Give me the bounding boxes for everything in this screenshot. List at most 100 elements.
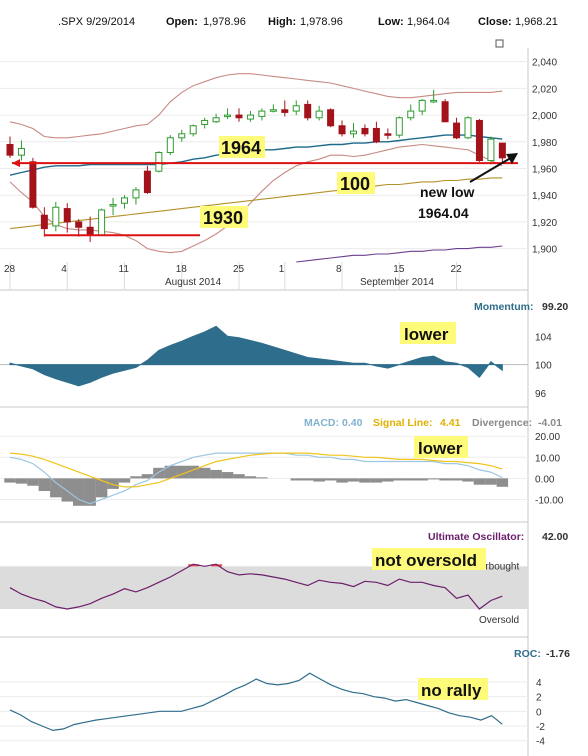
roc-value: -1.76 <box>546 648 570 660</box>
candle-down <box>372 127 380 143</box>
macd-divergence-bar <box>61 478 73 502</box>
candle-up <box>98 209 106 236</box>
divergence-title: Divergence: <box>472 417 532 429</box>
macd-divergence-bar <box>221 472 234 479</box>
macd-divergence-bar <box>324 478 337 481</box>
macd-divergence-bar <box>27 478 39 486</box>
macd-divergence-bar <box>73 478 85 506</box>
candle-up <box>350 130 357 135</box>
candle-up <box>292 105 300 112</box>
macd-divergence-bar <box>50 478 62 498</box>
low-value: 1,964.04 <box>407 16 450 28</box>
momentum-y-tick-label: 104 <box>535 332 552 343</box>
divergence-value: -4.01 <box>538 417 562 429</box>
candle-up <box>407 110 415 119</box>
candle-up <box>121 197 128 204</box>
momentum-y-tick-label: 100 <box>535 361 552 372</box>
macd-divergence-bar <box>290 478 302 481</box>
candle-down <box>338 125 346 135</box>
roc-y-tick-label: -2 <box>536 722 545 733</box>
label-1964: 1964 <box>221 138 261 158</box>
roc-y-tick-label: 2 <box>536 693 542 704</box>
macd-y-tick-label: 10.00 <box>535 453 560 464</box>
candle-up <box>17 147 25 156</box>
uo-neutral-band <box>0 566 528 609</box>
macd-divergence-bar <box>95 478 108 498</box>
candle-up <box>212 117 220 123</box>
new-low-value-label: 1964.04 <box>418 205 469 221</box>
macd-divergence-bar <box>473 478 486 485</box>
macd-divergence-bar <box>130 476 142 479</box>
price-y-tick-label: 1,980 <box>532 138 557 149</box>
macd-divergence-bar <box>176 465 188 479</box>
macd-divergence-bar <box>370 478 383 483</box>
oversold-label: Oversold <box>479 615 519 626</box>
price-y-tick-label: 1,920 <box>532 218 557 229</box>
macd-divergence-bar <box>210 469 222 479</box>
price-x-tick-label: 28 <box>4 264 16 275</box>
candle-up <box>52 206 60 227</box>
macd-divergence-bar <box>15 478 28 484</box>
price-y-tick-label: 1,900 <box>532 245 557 256</box>
candle-down <box>143 170 151 194</box>
macd-divergence-bar <box>485 478 497 485</box>
uo-title: Ultimate Oscillator: <box>428 531 524 543</box>
candle-up <box>258 110 266 117</box>
candle-up <box>224 114 232 118</box>
momentum-value: 99.20 <box>542 301 568 313</box>
candle-down <box>63 208 71 223</box>
month-label-august: August 2014 <box>165 277 222 288</box>
macd-divergence-bar <box>496 478 509 487</box>
macd-divergence-bar <box>187 465 199 479</box>
price-x-tick-label: 18 <box>176 264 188 275</box>
macd-divergence-bar <box>450 478 463 481</box>
signal-title: Signal Line: <box>373 417 433 429</box>
candle-up <box>201 119 209 125</box>
candle-down <box>40 214 48 230</box>
macd-panel: MACD: 0.40 Signal Line: 4.41 Divergence:… <box>0 417 564 506</box>
roc-annotation: no rally <box>421 681 482 700</box>
candle-down <box>281 109 289 113</box>
uo-annotation: not oversold <box>375 551 477 570</box>
roc-y-tick-label: -4 <box>536 737 545 748</box>
macd-divergence-bar <box>198 467 211 479</box>
label-1930: 1930 <box>203 208 243 228</box>
candle-down <box>361 127 369 135</box>
price-x-tick-label: 11 <box>119 264 130 275</box>
price-y-tick-label: 1,940 <box>532 191 557 202</box>
macd-divergence-bar <box>336 478 348 483</box>
candle-down <box>475 119 483 162</box>
candle-up <box>269 109 277 112</box>
candle-down <box>29 161 37 208</box>
high-label: High: <box>268 16 296 28</box>
macd-divergence-bar <box>405 478 417 481</box>
macd-divergence-bar <box>359 478 371 483</box>
high-value: 1,978.96 <box>300 16 343 28</box>
close-label: Close: <box>478 16 512 28</box>
macd-divergence-bar <box>244 476 257 479</box>
macd-divergence-bar <box>382 478 394 482</box>
candle-up <box>315 110 323 119</box>
ultimate-oscillator-panel: Ultimate Oscillator: 42.00 Overbought Ov… <box>0 531 568 626</box>
open-value: 1,978.96 <box>203 16 246 28</box>
candle-up <box>430 99 438 103</box>
price-y-ticks: 2,040 2,020 2,000 1,980 1,960 1,940 1,920 1,900 <box>532 58 557 256</box>
price-annotations: 1964 100 1930 new low 1964.04 <box>12 136 518 237</box>
price-y-tick-label: 2,020 <box>532 84 557 95</box>
macd-divergence-bar <box>393 478 406 481</box>
macd-divergence-bar <box>118 478 131 483</box>
roc-y-tick-label: 4 <box>536 678 542 689</box>
macd-divergence-bar <box>256 477 268 479</box>
candle-up <box>246 114 254 120</box>
macd-y-tick-label: 0.00 <box>535 474 555 485</box>
low-label: Low: <box>378 16 404 28</box>
roc-panel: ROC: -1.76 4 2 0 -2 -4 no rally <box>0 648 570 748</box>
macd-divergence-bar <box>38 478 51 492</box>
macd-divergence-bar <box>347 478 360 482</box>
macd-divergence-bar <box>416 478 428 481</box>
momentum-title: Momentum: <box>474 301 534 313</box>
candle-up <box>109 204 117 207</box>
candle-down <box>498 142 506 159</box>
new-low-label: new low <box>420 184 475 200</box>
maximize-icon[interactable] <box>495 39 504 48</box>
